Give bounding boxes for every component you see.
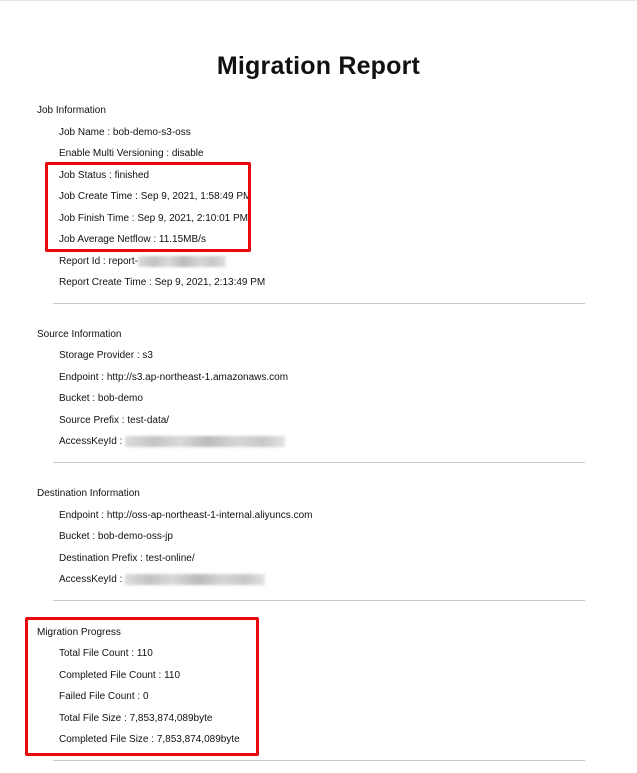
redacted-destination-access-key bbox=[125, 574, 266, 585]
job-status-highlight-box bbox=[45, 162, 251, 252]
storage-provider-key: Storage Provider bbox=[59, 350, 135, 361]
source-bucket-value: bob-demo bbox=[97, 393, 143, 404]
report-id-row: Report Id : report- bbox=[59, 256, 226, 267]
enable-multi-versioning-row: Enable Multi Versioning : disable bbox=[59, 148, 204, 159]
section-divider bbox=[53, 303, 585, 304]
section-divider bbox=[53, 600, 585, 601]
separator: : bbox=[104, 127, 113, 138]
storage-provider-value: s3 bbox=[142, 350, 153, 361]
separator: : bbox=[163, 148, 172, 159]
section-title-source: Source Information bbox=[37, 329, 122, 340]
source-access-key-row: AccessKeyId : bbox=[59, 436, 286, 448]
separator: : bbox=[98, 510, 107, 521]
destination-endpoint-value: http://oss-ap-northeast-1-internal.aliyu… bbox=[106, 510, 313, 521]
destination-access-key-row: AccessKeyId : bbox=[59, 574, 266, 586]
source-prefix-key: Source Prefix bbox=[59, 415, 120, 426]
separator: : bbox=[116, 574, 126, 586]
destination-access-key-key: AccessKeyId bbox=[59, 574, 117, 586]
report-id-key: Report Id bbox=[59, 256, 101, 268]
job-name-row: Job Name : bob-demo-s3-oss bbox=[59, 127, 191, 138]
separator: : bbox=[89, 531, 98, 542]
destination-endpoint-key: Endpoint bbox=[59, 510, 99, 521]
redacted-source-access-key bbox=[125, 436, 286, 447]
separator: : bbox=[137, 553, 146, 564]
source-prefix-value: test-data/ bbox=[127, 415, 170, 426]
section-divider bbox=[53, 760, 585, 761]
separator: : bbox=[116, 436, 126, 448]
destination-bucket-key: Bucket bbox=[59, 531, 90, 542]
source-prefix-row: Source Prefix : test-data/ bbox=[59, 415, 169, 426]
redacted-report-id bbox=[137, 256, 226, 267]
migration-progress-highlight-box bbox=[25, 617, 259, 756]
storage-provider-row: Storage Provider : s3 bbox=[59, 350, 153, 361]
page-title: Migration Report bbox=[216, 52, 421, 80]
source-bucket-key: Bucket bbox=[59, 393, 90, 404]
source-access-key-key: AccessKeyId bbox=[59, 436, 117, 448]
source-endpoint-key: Endpoint bbox=[59, 372, 99, 383]
destination-endpoint-row: Endpoint : http://oss-ap-northeast-1-int… bbox=[59, 510, 312, 521]
separator: : bbox=[98, 372, 107, 383]
report-create-time-key: Report Create Time bbox=[59, 277, 147, 288]
destination-prefix-row: Destination Prefix : test-online/ bbox=[59, 553, 195, 564]
source-endpoint-row: Endpoint : http://s3.ap-northeast-1.amaz… bbox=[59, 372, 288, 383]
job-name-value: bob-demo-s3-oss bbox=[112, 127, 191, 138]
job-name-key: Job Name bbox=[59, 127, 105, 138]
page-top-border bbox=[0, 0, 637, 1]
report-create-time-value: Sep 9, 2021, 2:13:49 PM bbox=[154, 277, 266, 288]
section-title-job: Job Information bbox=[37, 105, 106, 116]
separator: : bbox=[89, 393, 98, 404]
destination-prefix-key: Destination Prefix bbox=[59, 553, 138, 564]
report-create-time-row: Report Create Time : Sep 9, 2021, 2:13:4… bbox=[59, 277, 265, 288]
source-bucket-row: Bucket : bob-demo bbox=[59, 393, 143, 404]
destination-bucket-row: Bucket : bob-demo-oss-jp bbox=[59, 531, 173, 542]
source-endpoint-value: http://s3.ap-northeast-1.amazonaws.com bbox=[106, 372, 289, 383]
enable-multi-versioning-value: disable bbox=[171, 148, 204, 159]
enable-multi-versioning-key: Enable Multi Versioning bbox=[59, 148, 164, 159]
destination-prefix-value: test-online/ bbox=[145, 553, 195, 564]
section-divider bbox=[53, 462, 585, 463]
separator: : bbox=[146, 277, 155, 288]
report-id-value: report- bbox=[108, 256, 138, 268]
destination-bucket-value: bob-demo-oss-jp bbox=[97, 531, 173, 542]
section-title-destination: Destination Information bbox=[37, 488, 140, 499]
